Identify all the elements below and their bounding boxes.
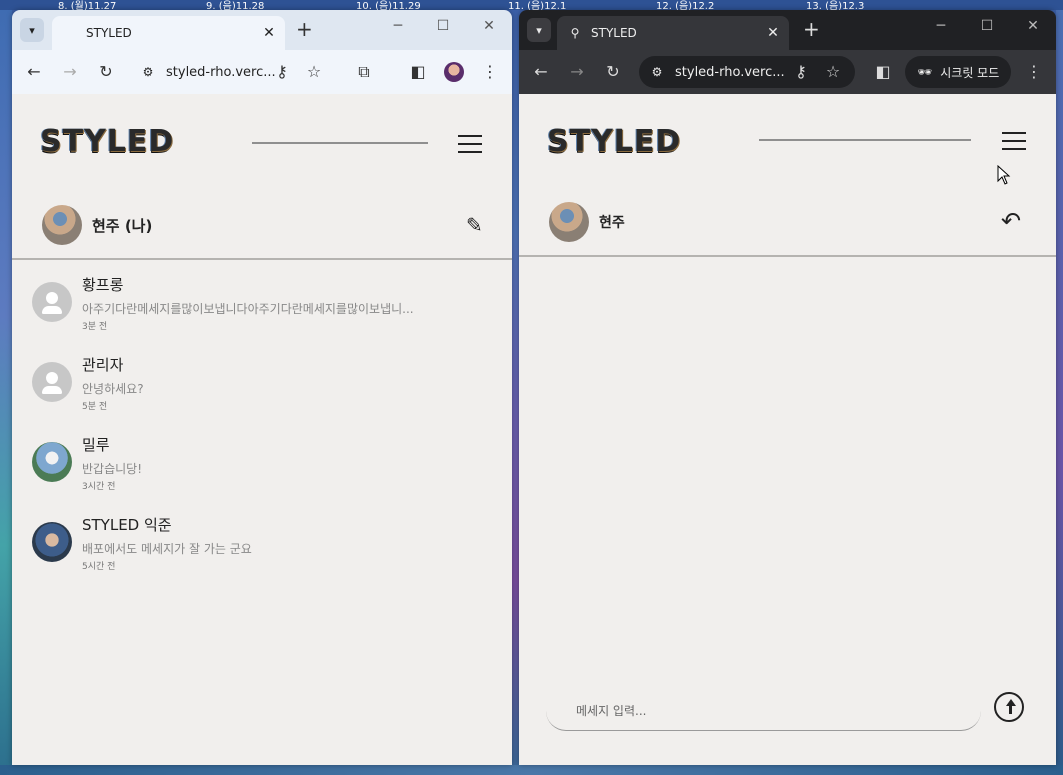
tab-title: STYLED: [86, 26, 132, 40]
favicon-icon: [62, 25, 78, 41]
key-icon[interactable]: ⚷: [272, 62, 292, 82]
chat-time: 3시간 전: [82, 482, 116, 492]
browser-toolbar: ← → ↻ ⚙ styled-rho.verc... ⚷ ☆ ⧉ ◧ ⋮: [12, 50, 512, 94]
mouse-cursor-icon: [997, 165, 1011, 185]
hamburger-menu-icon[interactable]: [1002, 132, 1026, 150]
chat-last-message: 배포에서도 메세지가 잘 가는 군요: [82, 542, 252, 556]
profile-divider: [12, 258, 512, 260]
avatar: [32, 442, 72, 482]
close-window-button[interactable]: ✕: [479, 18, 499, 34]
chat-last-message: 아주기다란메세지를많이보냅니다아주기다란메세지를많이보냅니...: [82, 302, 414, 316]
reload-icon[interactable]: ↻: [96, 62, 116, 82]
close-window-button[interactable]: ✕: [1023, 18, 1043, 34]
desktop-wallpaper: [0, 765, 1063, 775]
key-icon[interactable]: ⚷: [791, 62, 811, 82]
incognito-label: 시크릿 모드: [940, 65, 1000, 80]
menu-kebab-icon[interactable]: ⋮: [480, 62, 500, 82]
menu-kebab-icon[interactable]: ⋮: [1024, 62, 1044, 82]
chat-last-message: 안녕하세요?: [82, 382, 144, 396]
address-bar[interactable]: ⚙ styled-rho.verc...: [130, 56, 330, 88]
chat-name: 관리자: [82, 356, 124, 374]
chat-time: 3분 전: [82, 322, 108, 332]
side-panel-icon[interactable]: ◧: [408, 62, 428, 82]
chat-header-divider: [519, 255, 1056, 257]
calendar-date: 13. (음)12.3: [806, 1, 865, 10]
tab-bar: ▾ STYLED ✕ + ─ ☐ ✕: [12, 10, 512, 50]
forward-icon[interactable]: →: [60, 62, 80, 82]
header-divider: [759, 139, 971, 141]
avatar: [32, 522, 72, 562]
site-info-icon[interactable]: ⚙: [140, 65, 156, 79]
avatar: [549, 202, 589, 242]
header-divider: [252, 142, 428, 144]
default-avatar-icon: [32, 362, 72, 402]
chat-partner-row: 현주: [519, 202, 1056, 242]
calendar-date: 11. (음)12.1: [508, 1, 567, 10]
send-arrow-up-icon[interactable]: [994, 692, 1024, 722]
chat-name: 밀루: [82, 436, 110, 454]
styled-logo[interactable]: STYLED: [40, 124, 174, 159]
message-input[interactable]: 메세지 입력...: [546, 691, 981, 731]
chat-partner-name: 현주: [599, 215, 625, 231]
incognito-badge[interactable]: 🕶 시크릿 모드: [905, 56, 1011, 88]
back-icon[interactable]: ←: [531, 62, 551, 82]
calendar-date: 12. (음)12.2: [656, 1, 715, 10]
chat-last-message: 반갑습니당!: [82, 462, 143, 476]
browser-window-left: ▾ STYLED ✕ + ─ ☐ ✕ ← → ↻ ⚙ styled-rho.ve…: [12, 10, 512, 765]
browser-window-right: ▾ ⚲ STYLED ✕ + ─ ☐ ✕ ← → ↻ ⚙ styled-rho.…: [519, 10, 1056, 765]
extensions-icon[interactable]: ⧉: [354, 62, 374, 82]
styled-logo[interactable]: STYLED: [547, 124, 681, 159]
compose-icon[interactable]: ✎: [466, 214, 488, 236]
chat-name: 황프롱: [82, 276, 124, 294]
new-tab-button[interactable]: +: [296, 19, 313, 39]
browser-tab[interactable]: STYLED ✕: [52, 16, 285, 50]
side-panel-icon[interactable]: ◧: [873, 62, 893, 82]
maximize-button[interactable]: ☐: [977, 18, 997, 34]
browser-toolbar: ← → ↻ ⚙ styled-rho.verc... ⚷ ☆ ◧ 🕶 시크릿 모…: [519, 50, 1056, 94]
new-tab-button[interactable]: +: [803, 19, 820, 39]
list-item[interactable]: 관리자 안녕하세요? 5분 전: [32, 354, 492, 424]
desktop-calendar-strip: 8. (월)11.27 9. (음)11.28 10. (음)11.29 11.…: [0, 0, 1063, 10]
maximize-button[interactable]: ☐: [433, 18, 453, 34]
bookmark-star-icon[interactable]: ☆: [304, 62, 324, 82]
tab-search-button[interactable]: ▾: [20, 18, 44, 42]
close-tab-icon[interactable]: ✕: [765, 25, 781, 41]
page-content: STYLED 현주 ↶ 메세지 입력...: [519, 94, 1056, 765]
favicon-icon: ⚲: [570, 26, 580, 40]
minimize-button[interactable]: ─: [931, 18, 951, 34]
tab-title: STYLED: [591, 26, 637, 40]
hamburger-menu-icon[interactable]: [458, 135, 482, 153]
url-text: styled-rho.verc...: [166, 64, 276, 80]
bookmark-star-icon[interactable]: ☆: [823, 62, 843, 82]
browser-tab[interactable]: ⚲ STYLED ✕: [557, 16, 789, 50]
tab-search-button[interactable]: ▾: [527, 18, 551, 42]
close-tab-icon[interactable]: ✕: [261, 25, 277, 41]
calendar-date: 10. (음)11.29: [356, 1, 421, 10]
chat-time: 5시간 전: [82, 562, 116, 572]
site-info-icon[interactable]: ⚙: [649, 65, 665, 79]
chat-name: STYLED 익준: [82, 516, 172, 534]
minimize-button[interactable]: ─: [388, 18, 408, 34]
my-name: 현주 (나): [92, 216, 153, 235]
calendar-date: 9. (음)11.28: [206, 1, 265, 10]
list-item[interactable]: STYLED 익준 배포에서도 메세지가 잘 가는 군요 5시간 전: [32, 514, 492, 584]
list-item[interactable]: 황프롱 아주기다란메세지를많이보냅니다아주기다란메세지를많이보냅니... 3분 …: [32, 274, 492, 344]
desktop-wallpaper: [1056, 10, 1063, 775]
url-text: styled-rho.verc...: [675, 64, 785, 80]
forward-icon[interactable]: →: [567, 62, 587, 82]
back-icon[interactable]: ←: [24, 62, 44, 82]
reload-icon[interactable]: ↻: [603, 62, 623, 82]
back-arrow-icon[interactable]: ↶: [1001, 208, 1027, 234]
chat-time: 5분 전: [82, 402, 108, 412]
calendar-date: 8. (월)11.27: [58, 1, 117, 10]
page-content: STYLED 현주 (나) ✎ 황프롱 아주기다란메세지를많이보냅니다아주기다란…: [12, 94, 512, 765]
avatar: [42, 205, 82, 245]
list-item[interactable]: 밀루 반갑습니당! 3시간 전: [32, 434, 492, 504]
desktop-wallpaper: [0, 10, 12, 775]
profile-avatar[interactable]: [444, 62, 464, 82]
default-avatar-icon: [32, 282, 72, 322]
my-profile-row: 현주 (나): [12, 205, 512, 245]
incognito-icon: 🕶: [917, 65, 933, 79]
tab-bar: ▾ ⚲ STYLED ✕ + ─ ☐ ✕: [519, 10, 1056, 50]
